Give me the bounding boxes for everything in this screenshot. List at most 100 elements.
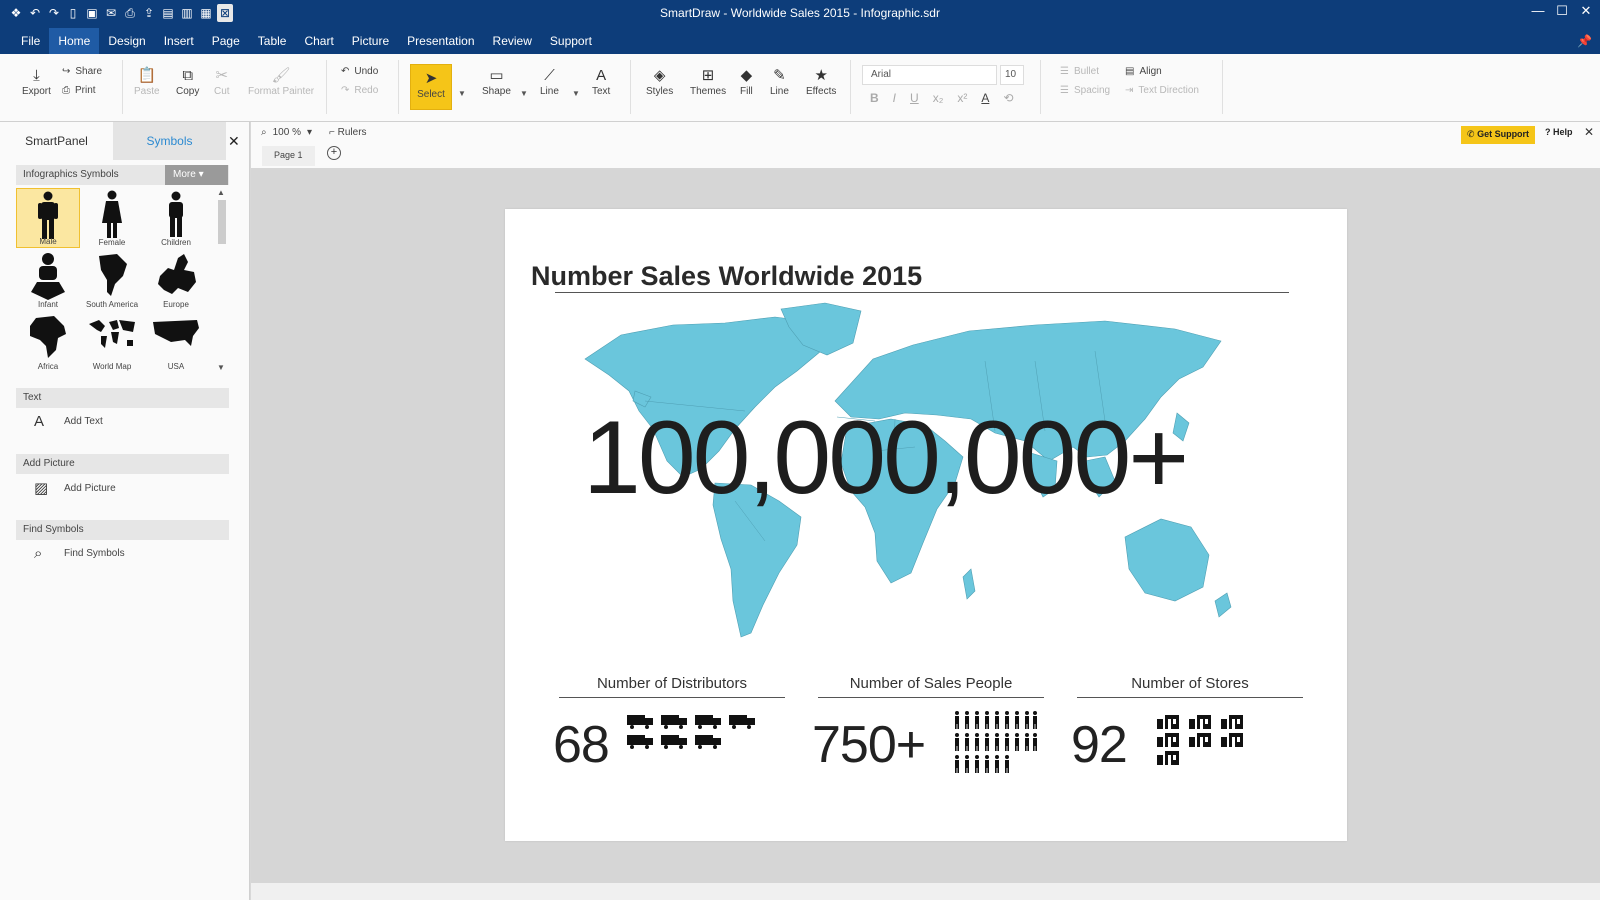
superscript-icon[interactable]: x² xyxy=(957,91,967,105)
maximize-icon[interactable]: ☐ xyxy=(1554,3,1570,19)
get-support-button[interactable]: ✆ Get Support xyxy=(1461,126,1536,144)
menu-chart[interactable]: Chart xyxy=(295,28,342,54)
canvas-toolbar: ⌕ 100 % ▾ ⌐ Rulers ✆ Get Support ? Help … xyxy=(251,122,1600,168)
rectangle-icon: ▭ xyxy=(489,67,504,84)
status-strip xyxy=(251,883,1600,900)
spacing-button[interactable]: ☰ Spacing xyxy=(1060,85,1110,96)
symbol-usa[interactable]: USA xyxy=(144,312,208,372)
select-button[interactable]: ➤ Select xyxy=(410,64,452,110)
menu-support[interactable]: Support xyxy=(541,28,601,54)
stat-value: 68 xyxy=(553,716,610,774)
stat-distributors[interactable]: Number of Distributors 68 xyxy=(553,675,785,774)
add-text-button[interactable]: A Add Text xyxy=(34,413,103,430)
scrollbar-thumb[interactable] xyxy=(218,200,226,244)
image-icon: ▨ xyxy=(34,480,49,497)
shape-dropdown-icon[interactable]: ▼ xyxy=(520,89,528,98)
menu-table[interactable]: Table xyxy=(249,28,296,54)
align-button[interactable]: ▤ Align xyxy=(1125,66,1162,77)
usa-icon xyxy=(153,320,199,346)
big-number[interactable]: 100,000,000+ xyxy=(583,399,1189,518)
more-button[interactable]: More ▾ xyxy=(165,165,228,185)
symbol-children[interactable]: Children xyxy=(144,188,208,248)
undo-button[interactable]: ↶ Undo xyxy=(341,66,378,77)
symbol-europe[interactable]: Europe xyxy=(144,250,208,310)
redo-button[interactable]: ↷ Redo xyxy=(341,85,378,96)
format-painter-button[interactable]: 🖌 Format Painter xyxy=(248,66,314,97)
close-panel-icon[interactable]: ✕ xyxy=(228,133,240,150)
bold-icon[interactable]: B xyxy=(870,91,879,105)
cut-button[interactable]: ✂ Cut xyxy=(214,66,230,97)
themes-button[interactable]: ⊞ Themes xyxy=(690,66,726,97)
clear-format-icon[interactable]: ⟲ xyxy=(1003,91,1013,105)
zoom-control[interactable]: ⌕ 100 % ▾ xyxy=(261,127,312,138)
tab-smartpanel[interactable]: SmartPanel xyxy=(0,122,113,160)
text-button[interactable]: A Text xyxy=(592,66,610,97)
add-page-icon[interactable]: + xyxy=(327,146,341,160)
symbol-africa[interactable]: Africa xyxy=(16,312,80,372)
styles-button[interactable]: ◈ Styles xyxy=(646,66,673,97)
select-dropdown-icon[interactable]: ▼ xyxy=(458,89,466,98)
truck-icon xyxy=(627,715,755,749)
help-button[interactable]: ? Help xyxy=(1545,127,1573,137)
text-direction-button[interactable]: ⇥ Text Direction xyxy=(1125,85,1199,96)
bullet-button[interactable]: ☰ Bullet xyxy=(1060,66,1099,77)
symbol-male[interactable]: Male xyxy=(16,188,80,248)
effects-button[interactable]: ★ Effects xyxy=(806,66,836,97)
stat-stores[interactable]: Number of Stores 92 xyxy=(1071,675,1303,774)
pin-ribbon-icon[interactable]: 📌 xyxy=(1577,34,1592,48)
south-america-icon xyxy=(99,254,127,296)
export-button[interactable]: ⤓ Export xyxy=(22,66,51,97)
page-title[interactable]: Number Sales Worldwide 2015 xyxy=(531,261,922,292)
stat-sales-people[interactable]: Number of Sales People 750+ xyxy=(812,675,1044,774)
menu-picture[interactable]: Picture xyxy=(343,28,398,54)
female-icon xyxy=(102,190,122,238)
menu-file[interactable]: File xyxy=(12,28,49,54)
line-style-button[interactable]: ✎ Line xyxy=(770,66,789,97)
document-page[interactable]: Number Sales Worldwide 2015 100,000,000+… xyxy=(505,209,1347,841)
styles-icon: ◈ xyxy=(653,67,666,84)
rulers-toggle[interactable]: ⌐ Rulers xyxy=(329,127,367,138)
close-icon[interactable]: ✕ xyxy=(1578,3,1594,19)
subscript-icon[interactable]: x₂ xyxy=(933,91,944,105)
share-button[interactable]: ↪ Share xyxy=(62,66,102,77)
star-icon: ★ xyxy=(814,67,828,84)
close-icon[interactable]: ✕ xyxy=(1584,125,1594,139)
store-icon xyxy=(1157,715,1243,765)
font-family-select[interactable]: Arial xyxy=(862,65,997,85)
symbol-infant[interactable]: Infant xyxy=(16,250,80,310)
page-tab[interactable]: Page 1 xyxy=(262,146,315,166)
menu-page[interactable]: Page xyxy=(203,28,249,54)
minimize-icon[interactable]: — xyxy=(1530,3,1546,19)
symbol-scrollbar[interactable]: ▲ ▼ xyxy=(216,188,228,372)
symbol-south-america[interactable]: South America xyxy=(80,250,144,310)
menu-review[interactable]: Review xyxy=(484,28,541,54)
side-panel: SmartPanel Symbols ✕ Infographics Symbol… xyxy=(0,122,250,900)
add-picture-button[interactable]: ▨ Add Picture xyxy=(34,479,116,497)
stat-underline xyxy=(818,697,1044,698)
menu-insert[interactable]: Insert xyxy=(155,28,203,54)
scroll-down-icon[interactable]: ▼ xyxy=(217,363,225,372)
help-icon: ? xyxy=(1545,127,1551,137)
font-size-select[interactable]: 10 xyxy=(1000,65,1024,85)
symbol-world-map[interactable]: World Map xyxy=(80,312,144,372)
copy-button[interactable]: ⧉ Copy xyxy=(176,66,199,97)
menu-presentation[interactable]: Presentation xyxy=(398,28,483,54)
find-symbols-button[interactable]: ⌕ Find Symbols xyxy=(34,545,125,562)
line-dropdown-icon[interactable]: ▼ xyxy=(572,89,580,98)
print-button[interactable]: ⎙ Print xyxy=(62,85,96,96)
fill-button[interactable]: ◆ Fill xyxy=(740,66,753,97)
scroll-up-icon[interactable]: ▲ xyxy=(217,188,225,197)
text-a-icon: A xyxy=(596,67,607,84)
underline-icon[interactable]: U xyxy=(910,91,919,105)
menu-home[interactable]: Home xyxy=(49,28,100,54)
line-button[interactable]: ⟋ Line xyxy=(540,66,559,97)
picture-section-header: Add Picture xyxy=(16,454,229,474)
shape-button[interactable]: ▭ Shape xyxy=(482,66,511,97)
ruler-icon: ⌐ xyxy=(329,127,335,138)
tab-symbols[interactable]: Symbols xyxy=(113,122,226,160)
font-color-icon[interactable]: A xyxy=(981,91,989,105)
symbol-female[interactable]: Female xyxy=(80,188,144,248)
menu-design[interactable]: Design xyxy=(99,28,154,54)
italic-icon[interactable]: I xyxy=(893,91,896,105)
paste-button[interactable]: 📋 Paste xyxy=(134,66,160,97)
